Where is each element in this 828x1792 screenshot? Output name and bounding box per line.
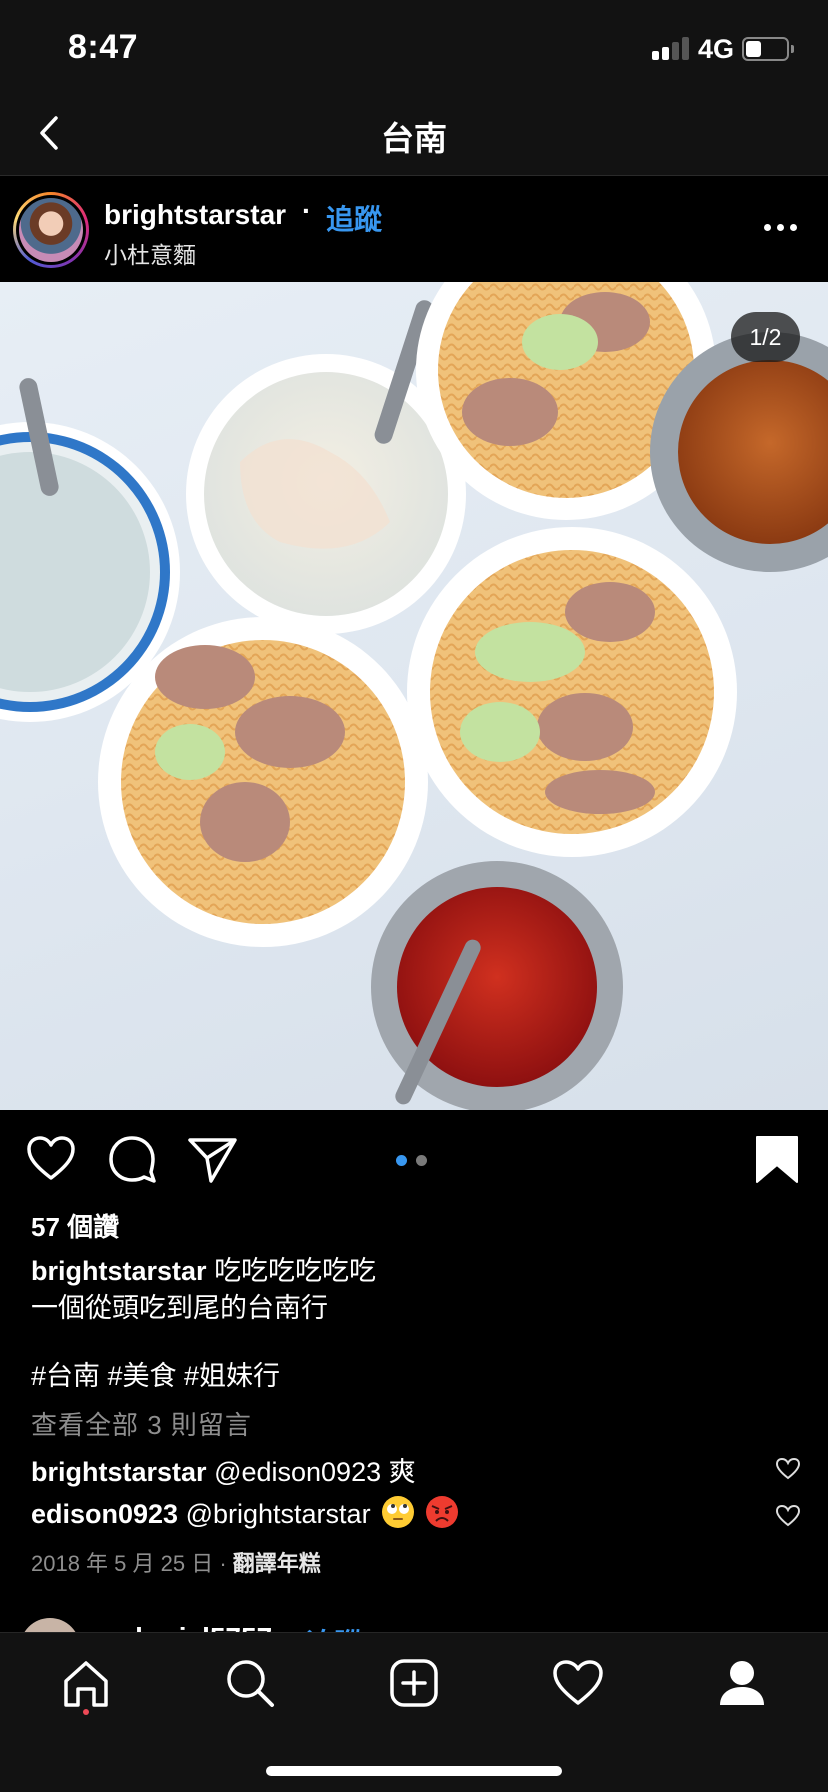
heart-icon xyxy=(775,1504,801,1527)
comment-like-button[interactable] xyxy=(775,1457,801,1481)
home-indicator[interactable] xyxy=(266,1766,562,1776)
comment-item: brightstarstar @edison0923 爽 xyxy=(31,1450,416,1489)
translate-link[interactable]: 翻譯年糕 xyxy=(233,1551,321,1576)
battery-tip xyxy=(791,45,794,53)
tab-profile[interactable] xyxy=(714,1655,770,1711)
post-username[interactable]: brightstarstar xyxy=(104,199,286,231)
caption-line1: 吃吃吃吃吃吃 xyxy=(214,1256,377,1286)
caption-line2: 一個從頭吃到尾的台南行 xyxy=(31,1293,328,1323)
like-count[interactable]: 57 個讚 xyxy=(31,1207,119,1244)
heart-icon xyxy=(27,1136,75,1180)
activity-heart-icon xyxy=(553,1660,603,1705)
post-caption: brightstarstar 吃吃吃吃吃吃 一個從頭吃到尾的台南行 xyxy=(31,1253,791,1327)
avatar xyxy=(19,198,83,262)
post-photo[interactable] xyxy=(0,282,828,1110)
angry-face-emoji xyxy=(425,1496,458,1528)
follow-button[interactable]: 追蹤 xyxy=(326,198,382,238)
heart-icon xyxy=(775,1457,801,1480)
view-all-comments-link[interactable]: 查看全部 3 則留言 xyxy=(31,1405,252,1442)
post-timestamp: 2018 年 5 月 25 日 · 翻譯年糕 xyxy=(31,1546,321,1578)
story-ring[interactable] xyxy=(13,192,89,268)
search-icon xyxy=(227,1660,274,1707)
add-post-icon xyxy=(390,1659,438,1707)
comment-icon xyxy=(109,1136,156,1183)
caption-username[interactable]: brightstarstar xyxy=(31,1256,207,1286)
profile-icon xyxy=(720,1661,764,1705)
photo-counter: 1/2 xyxy=(731,312,800,362)
like-button[interactable] xyxy=(24,1132,78,1186)
status-time: 8:47 xyxy=(68,28,139,66)
carousel-dot xyxy=(416,1155,427,1166)
timestamp-date: 2018 年 5 月 25 日 xyxy=(31,1551,214,1576)
eye-roll-emoji xyxy=(382,1496,415,1528)
timestamp-separator: · xyxy=(219,1551,227,1576)
tab-home[interactable] xyxy=(58,1655,114,1711)
comment-text: @brightstarstar xyxy=(185,1499,371,1529)
tab-activity[interactable] xyxy=(550,1655,606,1711)
carousel-indicator xyxy=(396,1155,432,1166)
comment-like-button[interactable] xyxy=(775,1504,801,1528)
caption-hashtags[interactable]: #台南 #美食 #姐妹行 xyxy=(31,1358,280,1395)
comment-username[interactable]: brightstarstar xyxy=(31,1457,207,1487)
nav-bar: 台南 xyxy=(0,96,828,176)
share-button[interactable] xyxy=(185,1132,239,1186)
notification-dot xyxy=(83,1709,89,1715)
status-bar: 8:47 4G xyxy=(0,0,828,96)
tab-search[interactable] xyxy=(222,1655,278,1711)
bookmark-button[interactable] xyxy=(750,1132,804,1186)
page-title: 台南 xyxy=(381,120,447,157)
comment-button[interactable] xyxy=(105,1132,159,1186)
home-icon xyxy=(64,1661,108,1707)
separator-dot: · xyxy=(302,195,312,226)
comment-username[interactable]: edison0923 xyxy=(31,1499,178,1529)
send-icon xyxy=(188,1138,237,1183)
signal-icon xyxy=(652,36,692,60)
post-location[interactable]: 小杜意麵 xyxy=(104,236,196,270)
comment-item: edison0923 @brightstarstar xyxy=(31,1496,458,1530)
comment-text: @edison0923 爽 xyxy=(214,1457,416,1487)
noodle-photo-illustration xyxy=(0,282,828,1110)
bookmark-icon xyxy=(756,1136,798,1183)
network-label: 4G xyxy=(698,34,735,64)
more-options-button[interactable] xyxy=(764,224,800,234)
post-header: brightstarstar · 追蹤 小杜意麵 xyxy=(0,176,828,282)
battery-icon xyxy=(742,37,789,61)
tab-add-post[interactable] xyxy=(386,1655,442,1711)
carousel-dot-active xyxy=(396,1155,407,1166)
